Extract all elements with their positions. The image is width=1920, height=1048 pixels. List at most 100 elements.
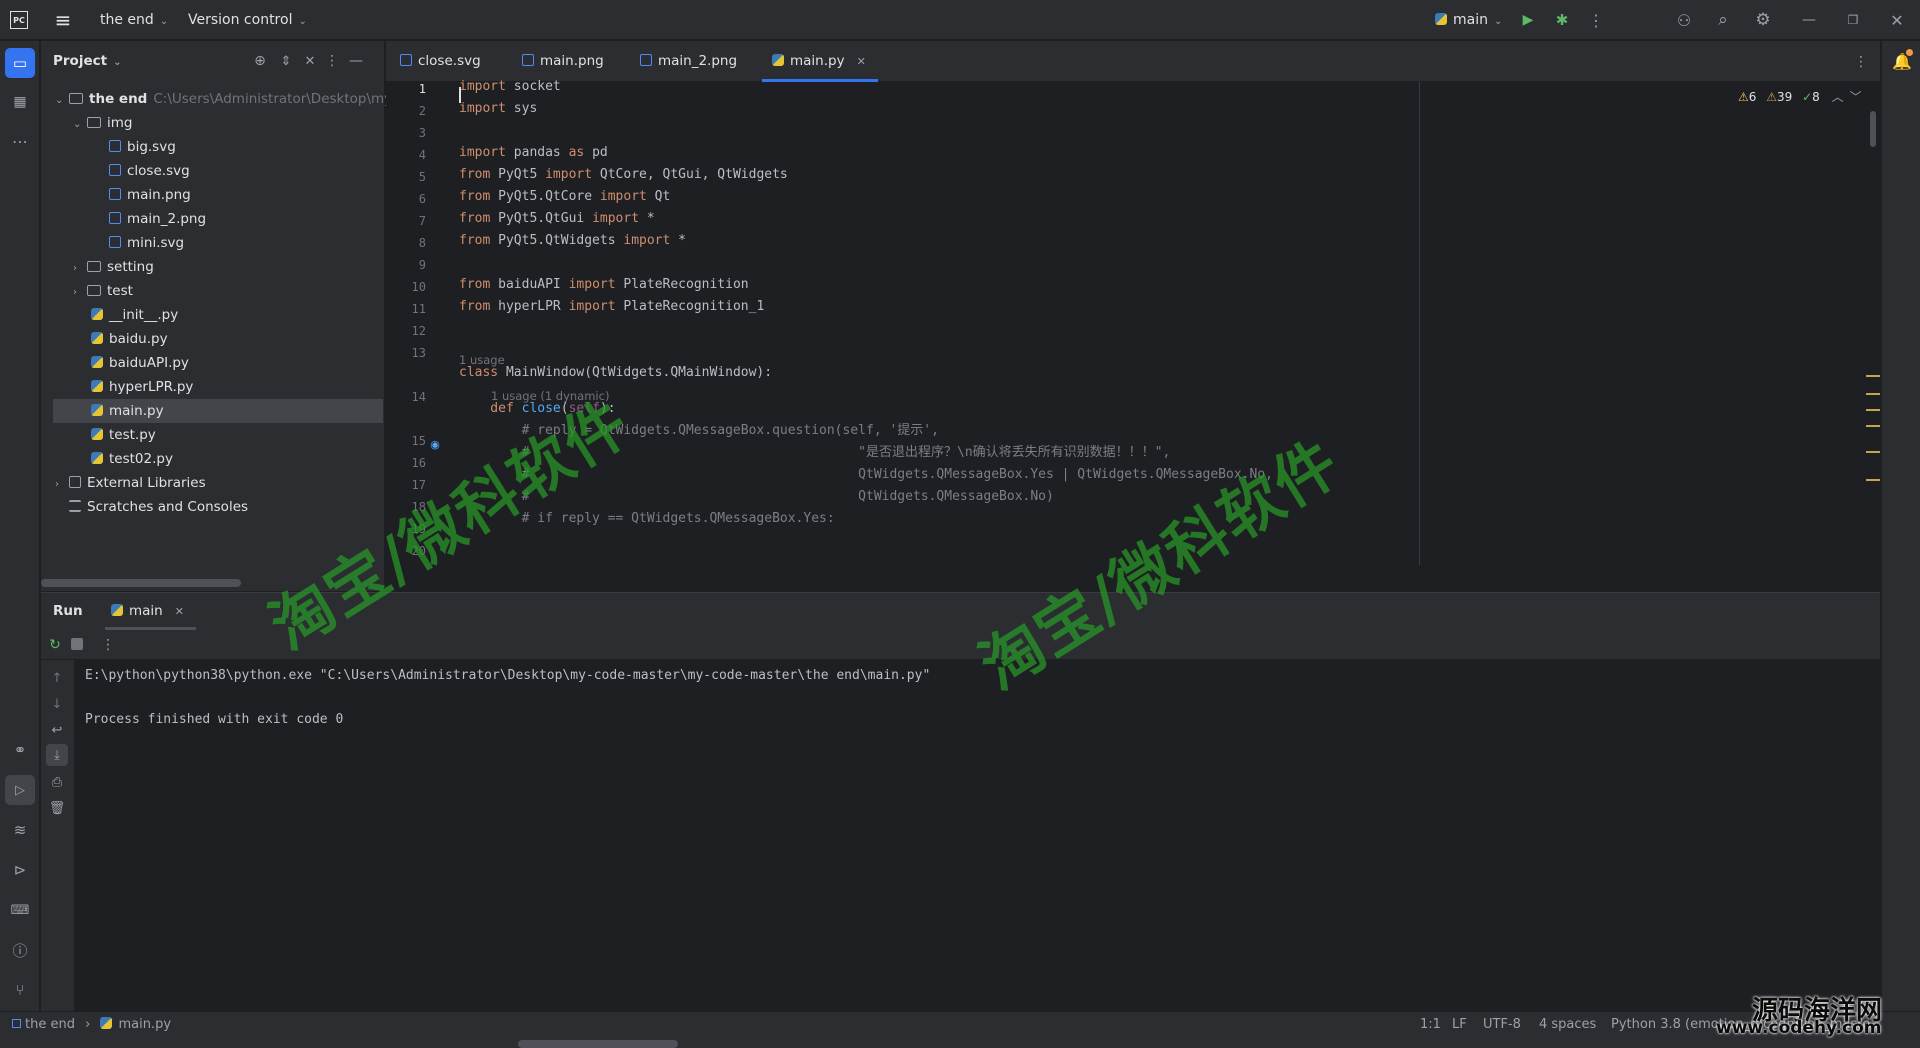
tree-item-file[interactable]: test02.py: [53, 447, 383, 471]
options-icon[interactable]: ⋮: [323, 52, 341, 70]
more-tools-icon[interactable]: ⋯: [5, 126, 35, 156]
git-icon[interactable]: ⑂: [5, 975, 35, 1005]
breadcrumb-file[interactable]: main.py: [118, 1017, 171, 1032]
warning-stripe[interactable]: [1866, 375, 1880, 377]
collapse-all-icon[interactable]: ✕: [301, 52, 319, 70]
code-token: PlateRecognition_1: [615, 299, 765, 314]
rerun-icon[interactable]: ↻: [46, 636, 64, 654]
arrow-up-icon[interactable]: ↑: [47, 668, 67, 688]
python-console-icon[interactable]: ⚭: [5, 735, 35, 765]
settings-icon[interactable]: ⚙: [1752, 9, 1774, 31]
warning-stripe[interactable]: [1866, 409, 1880, 411]
warning-stripe[interactable]: [1866, 425, 1880, 427]
expand-all-icon[interactable]: ⇕: [277, 52, 295, 70]
bottom-scrollbar[interactable]: [518, 1040, 678, 1048]
tree-label: main.png: [127, 187, 191, 203]
project-switcher[interactable]: the end ⌄: [100, 0, 168, 40]
code-line: import pandas as pd: [459, 142, 608, 164]
tree-item-file[interactable]: close.svg: [53, 159, 383, 183]
code-line: from baiduAPI import PlateRecognition: [459, 274, 749, 296]
code-line: import sys: [459, 98, 537, 120]
python-file-icon: [111, 604, 123, 616]
run-tool-icon[interactable]: ▷: [5, 775, 35, 805]
tree-item-file[interactable]: baiduAPI.py: [53, 351, 383, 375]
terminal-icon[interactable]: ⌨: [5, 895, 35, 925]
code-line: from PyQt5.QtWidgets import *: [459, 230, 686, 252]
trash-icon[interactable]: 🗑: [47, 798, 67, 818]
tree-item-file[interactable]: mini.svg: [53, 231, 383, 255]
tree-item-scratches[interactable]: Scratches and Consoles: [53, 495, 383, 519]
problems-icon[interactable]: ⓘ: [5, 935, 35, 965]
vertical-scrollbar[interactable]: [1870, 111, 1876, 147]
code-token: class: [459, 365, 499, 380]
more-options-icon[interactable]: ⋮: [101, 636, 115, 654]
restore-icon[interactable]: ❐: [1842, 10, 1864, 30]
tab-label: main_2.png: [658, 53, 738, 69]
python-file-icon: [772, 54, 784, 66]
run-tab-main[interactable]: main ✕: [105, 593, 196, 630]
image-file-icon: [109, 140, 121, 152]
code-token: QtCore, QtGui, QtWidgets: [592, 167, 788, 182]
main-menu-icon[interactable]: ≡: [52, 8, 74, 32]
tree-label: External Libraries: [87, 475, 206, 491]
notification-dot: [1906, 49, 1913, 56]
right-margin-guide: [1419, 82, 1420, 565]
tree-item-file[interactable]: test.py: [53, 423, 383, 447]
code-token: from: [459, 277, 491, 292]
services-icon[interactable]: ⊳: [5, 855, 35, 885]
stop-icon[interactable]: [71, 638, 83, 650]
layers-icon[interactable]: ≋: [5, 815, 35, 845]
close-tab-icon[interactable]: ✕: [175, 605, 184, 618]
line-separator[interactable]: LF: [1452, 1012, 1467, 1038]
code-area[interactable]: import socket import sys import pandas a…: [386, 76, 1866, 565]
tree-item-file[interactable]: main_2.png: [53, 207, 383, 231]
warning-stripe[interactable]: [1866, 451, 1880, 453]
tree-item-file[interactable]: baidu.py: [53, 327, 383, 351]
structure-tool-icon[interactable]: ▦: [5, 87, 35, 117]
tree-item-file-selected[interactable]: main.py: [53, 399, 383, 423]
tree-item-root[interactable]: ⌄ the end C:\Users\Administrator\Desktop\m…: [53, 87, 404, 111]
locate-icon[interactable]: ⊕: [251, 52, 269, 70]
tree-item-file[interactable]: big.svg: [53, 135, 383, 159]
tree-item-file[interactable]: hyperLPR.py: [53, 375, 383, 399]
tree-item-setting[interactable]: › setting: [53, 255, 383, 279]
run-icon[interactable]: ▶: [1518, 11, 1538, 29]
project-tool-icon[interactable]: ▭: [5, 48, 35, 78]
tree-item-file[interactable]: __init__.py: [53, 303, 383, 327]
more-actions-icon[interactable]: ⋮: [1588, 10, 1604, 30]
warning-stripe[interactable]: [1866, 479, 1880, 481]
tab-label: main.py: [790, 53, 845, 69]
add-user-icon[interactable]: ⚇: [1673, 9, 1695, 31]
print-icon[interactable]: ⎙: [47, 772, 67, 792]
indent-setting[interactable]: 4 spaces: [1539, 1012, 1596, 1038]
tree-label: __init__.py: [109, 307, 179, 323]
vcs-menu[interactable]: Version control ⌄: [188, 0, 307, 40]
tree-item-file[interactable]: main.png: [53, 183, 383, 207]
breadcrumb-project[interactable]: the end: [25, 1017, 75, 1032]
tree-item-img[interactable]: ⌄ img: [53, 111, 383, 135]
code-token: PyQt5: [490, 167, 546, 182]
warning-stripe[interactable]: [1866, 393, 1880, 395]
caret-position[interactable]: 1:1: [1420, 1012, 1441, 1038]
close-tab-icon[interactable]: ✕: [857, 55, 866, 68]
close-window-icon[interactable]: ✕: [1886, 10, 1908, 30]
code-token: PlateRecognition: [615, 277, 749, 292]
horizontal-scrollbar[interactable]: [41, 579, 241, 587]
run-config-selector[interactable]: main ⌄: [1435, 0, 1502, 40]
minimize-icon[interactable]: —: [1798, 10, 1820, 30]
soft-wrap-icon[interactable]: ↩: [47, 720, 67, 740]
hide-panel-icon[interactable]: —: [347, 52, 365, 70]
caret: [459, 87, 461, 103]
tree-item-external-libraries[interactable]: › External Libraries: [53, 471, 383, 495]
arrow-down-icon[interactable]: ↓: [47, 694, 67, 714]
tree-item-test[interactable]: › test: [53, 279, 383, 303]
tab-options-icon[interactable]: ⋮: [1852, 52, 1870, 72]
search-icon[interactable]: ⌕: [1712, 9, 1734, 31]
project-title-label: Project: [53, 53, 108, 69]
file-encoding[interactable]: UTF-8: [1483, 1012, 1521, 1038]
scroll-to-end-icon[interactable]: ⤓: [46, 744, 68, 766]
left-tool-strip: ▭ ▦ ⋯ ⚭ ▷ ≋ ⊳ ⌨ ⓘ ⑂: [0, 41, 40, 1011]
project-panel-title[interactable]: Project ⌄: [53, 41, 121, 81]
tree-label: test.py: [109, 427, 156, 443]
debug-icon[interactable]: ✱: [1552, 10, 1572, 30]
